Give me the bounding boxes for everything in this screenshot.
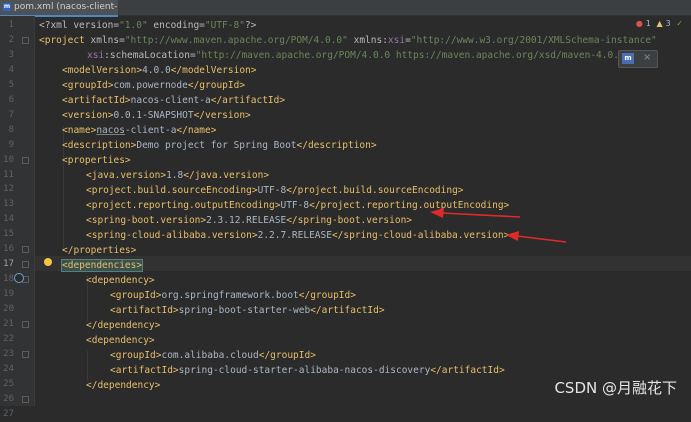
csdn-watermark: CSDN @月融花下: [554, 379, 677, 397]
annotation-arrows: [430, 208, 567, 243]
line-number: 27: [3, 408, 14, 419]
red-arrow-1: [430, 208, 521, 218]
red-arrow-2: [506, 231, 567, 243]
